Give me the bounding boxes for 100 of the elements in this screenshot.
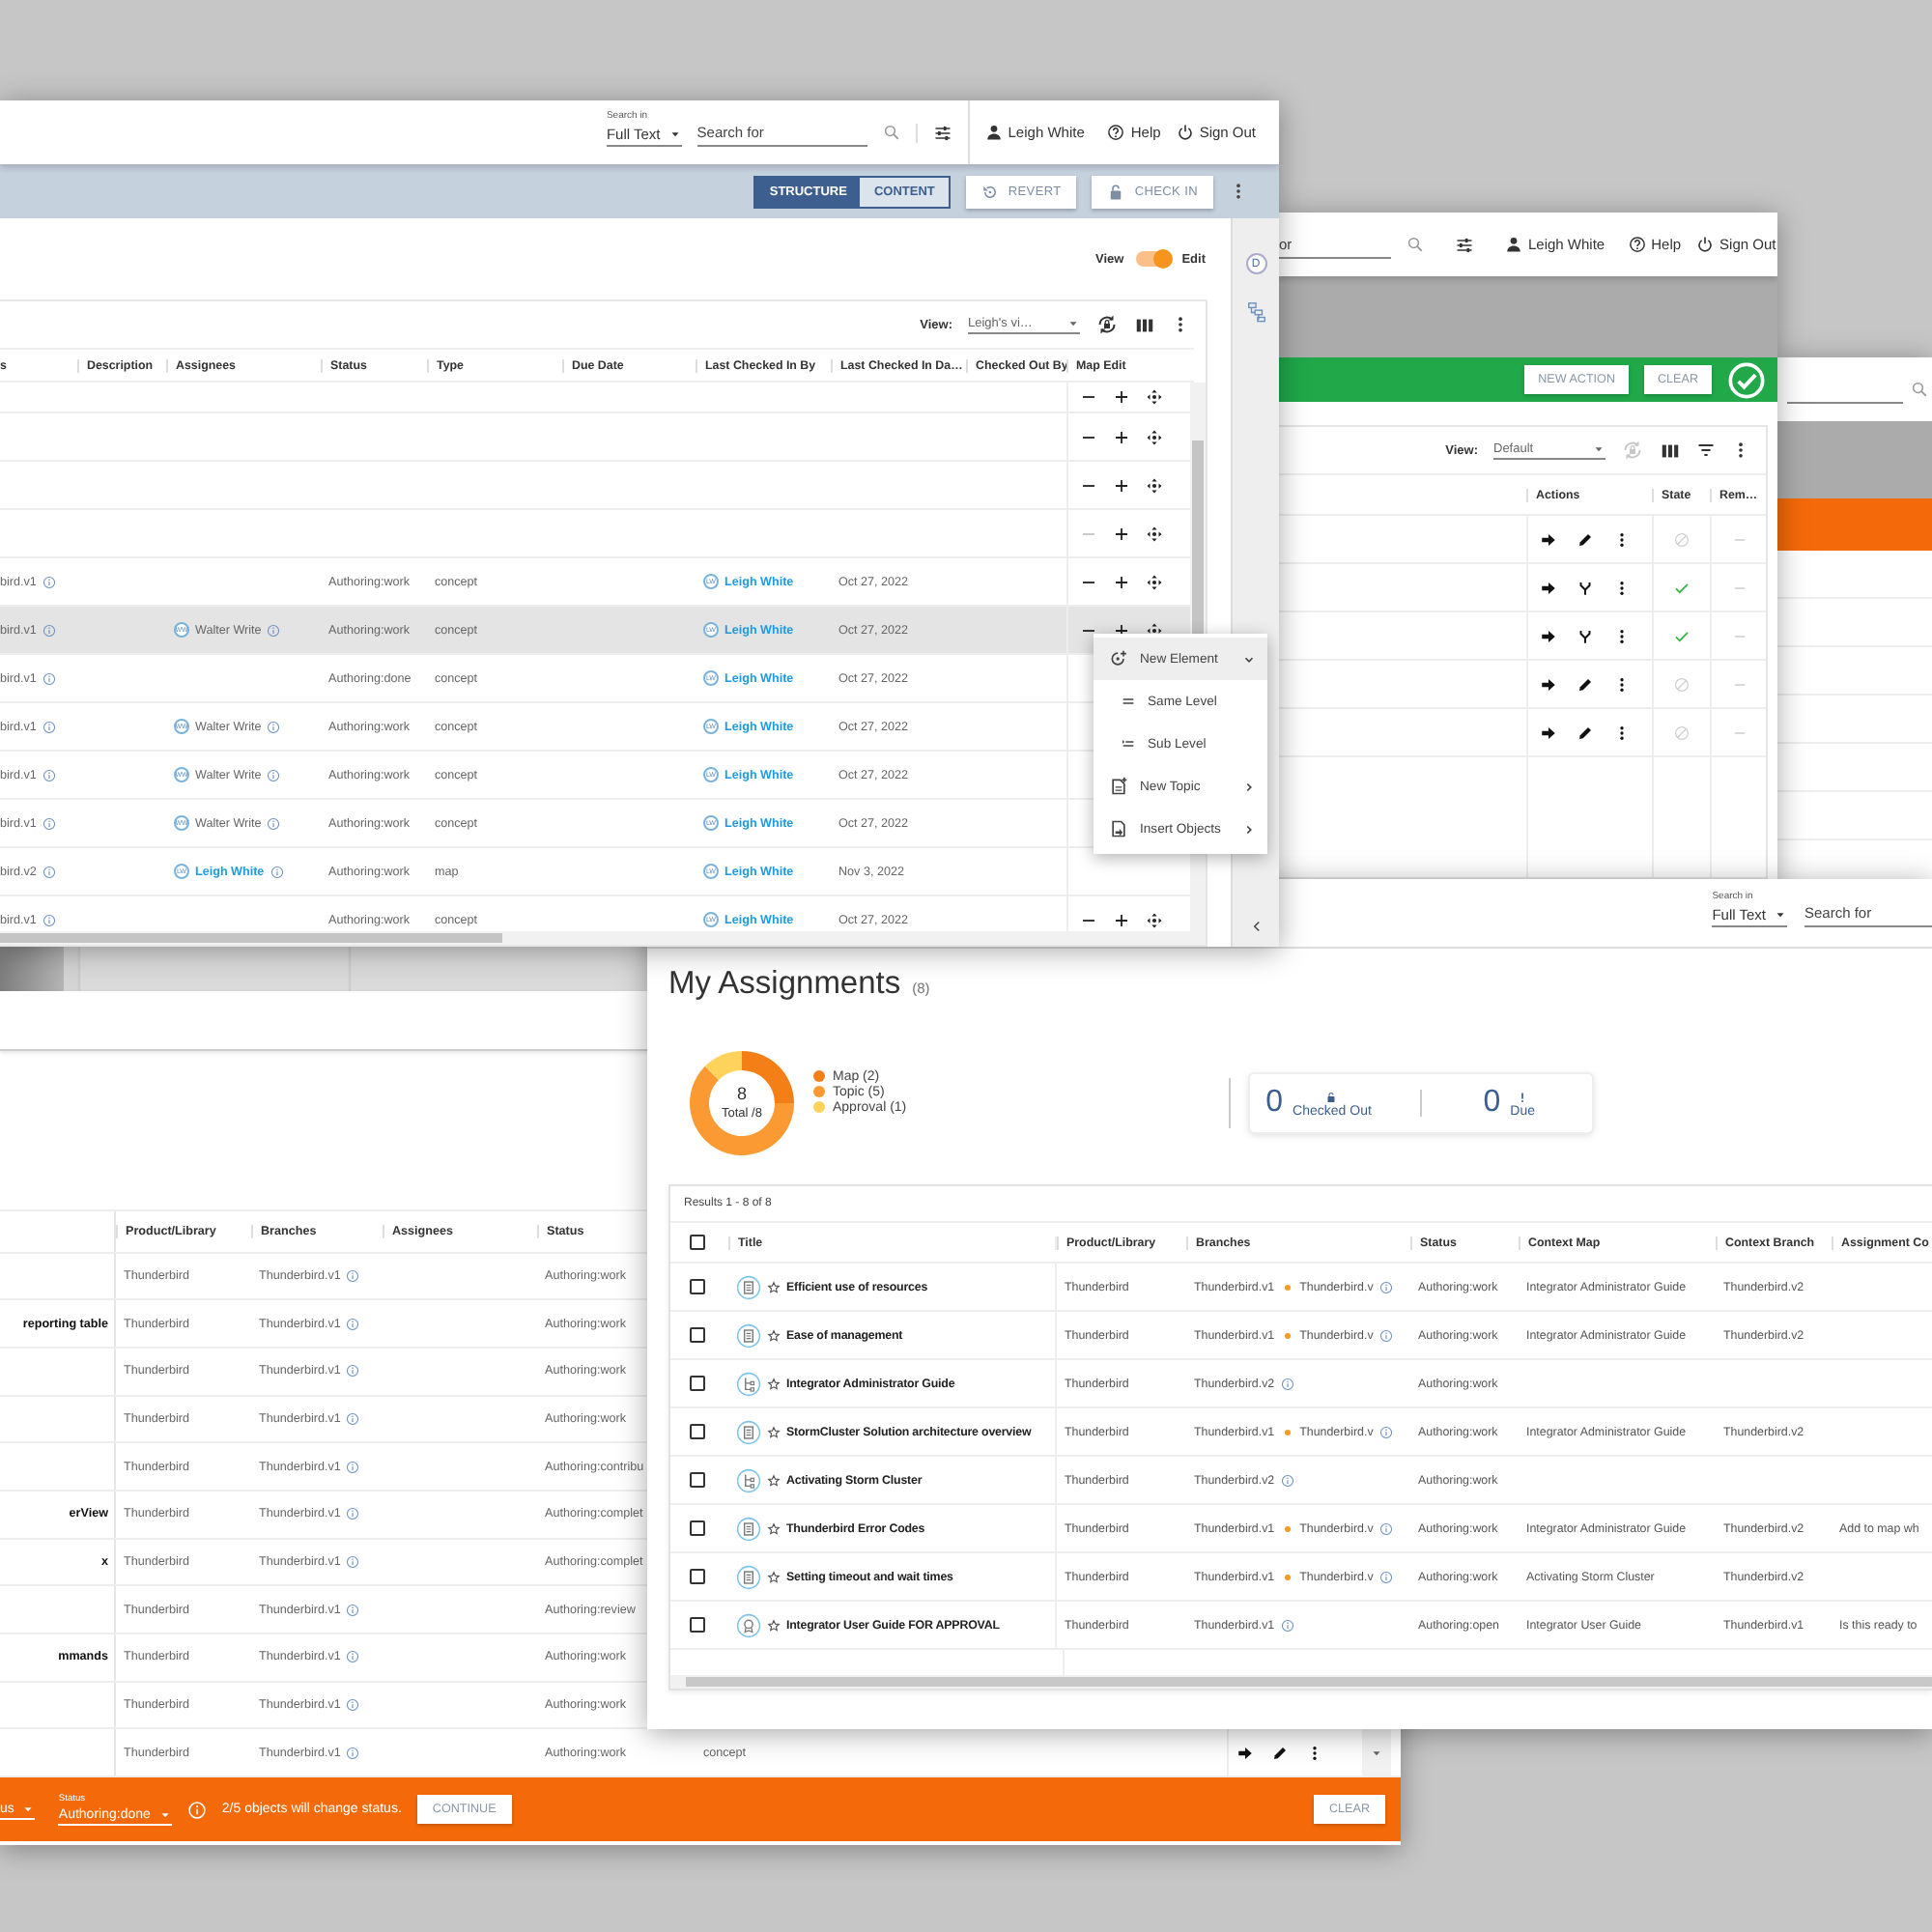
info-icon (42, 575, 56, 588)
map-icon (736, 1467, 761, 1492)
document-icon (736, 1419, 761, 1444)
checkbox[interactable] (690, 1520, 705, 1536)
arrow-right-icon[interactable] (1540, 724, 1557, 741)
move-icon[interactable] (1146, 573, 1163, 590)
settings-icon[interactable] (932, 123, 952, 142)
stat-value: 0 (1265, 1088, 1284, 1119)
columns-icon[interactable] (1660, 440, 1681, 461)
info-icon (1280, 1473, 1294, 1487)
plus-icon[interactable] (1113, 476, 1130, 494)
chevron-down-icon (1242, 652, 1256, 666)
move-icon[interactable] (1146, 388, 1163, 406)
info-icon (1280, 1618, 1294, 1632)
star-icon[interactable] (767, 1473, 781, 1487)
move-icon[interactable] (1146, 476, 1163, 494)
scrollbar[interactable] (670, 1675, 1932, 1689)
scrollbar[interactable] (0, 931, 1206, 945)
info-icon (346, 1317, 360, 1331)
user-icon (984, 124, 1003, 141)
info-icon (346, 1269, 360, 1284)
info-icon (346, 1603, 360, 1617)
search-icon[interactable] (882, 124, 900, 141)
mode-switch[interactable] (1135, 251, 1171, 267)
fork-icon[interactable] (1577, 579, 1594, 596)
caret-icon (157, 1807, 172, 1821)
document-icon (736, 1322, 761, 1348)
star-icon[interactable] (767, 1425, 781, 1438)
checkbox[interactable] (690, 1279, 705, 1294)
stat-value: 0 (1483, 1088, 1501, 1119)
star-icon[interactable] (767, 1570, 781, 1583)
checkbox[interactable] (690, 1376, 705, 1391)
star-icon[interactable] (767, 1618, 781, 1632)
filter-icon[interactable] (1696, 440, 1716, 460)
caret-icon (21, 1802, 36, 1815)
arrow-right-icon[interactable] (1540, 579, 1557, 596)
info-icon (346, 1460, 360, 1474)
arrow-right-icon[interactable] (1540, 627, 1557, 644)
fork-icon[interactable] (1577, 627, 1594, 644)
document-icon (736, 1274, 761, 1299)
plus-icon[interactable] (1113, 573, 1130, 590)
settings-icon[interactable] (1455, 235, 1474, 254)
columns-icon[interactable] (1134, 314, 1155, 335)
info-icon (1378, 1425, 1393, 1438)
info-icon (42, 865, 56, 878)
check-circle-icon (1727, 360, 1766, 399)
checkbox[interactable] (690, 1569, 705, 1584)
info-icon (346, 1650, 360, 1664)
star-icon[interactable] (767, 1521, 781, 1535)
info-icon (267, 816, 281, 830)
refresh-icon[interactable] (1095, 313, 1119, 336)
info-icon (1378, 1280, 1393, 1293)
info-icon (186, 1800, 207, 1819)
pencil-icon[interactable] (1271, 1744, 1289, 1762)
checkbox[interactable] (690, 1617, 705, 1633)
checkbox[interactable] (690, 1235, 705, 1250)
scroll-down-icon[interactable] (1370, 1746, 1383, 1760)
move-icon[interactable] (1146, 525, 1163, 542)
checkbox[interactable] (690, 1424, 705, 1439)
bullet-icon (1284, 1574, 1291, 1579)
arrow-right-icon[interactable] (1540, 675, 1557, 693)
info-icon (1378, 1328, 1393, 1342)
star-icon[interactable] (767, 1377, 781, 1390)
checkbox[interactable] (690, 1327, 705, 1343)
plus-icon[interactable] (1113, 428, 1130, 445)
checkbox[interactable] (690, 1472, 705, 1488)
plus-icon[interactable] (1113, 388, 1130, 406)
power-icon (1696, 236, 1715, 253)
search-icon[interactable] (1406, 236, 1424, 253)
info-icon (42, 913, 56, 926)
star-icon[interactable] (767, 1328, 781, 1342)
arrow-right-icon[interactable] (1236, 1744, 1254, 1762)
ribbon-icon (736, 1612, 761, 1637)
document-plus-icon (1109, 777, 1128, 796)
pencil-icon[interactable] (1577, 675, 1594, 693)
move-icon[interactable] (1146, 428, 1163, 445)
info-icon (42, 768, 56, 781)
alert-icon (1517, 1092, 1529, 1103)
plus-icon[interactable] (1113, 911, 1130, 928)
document-insert-icon (1109, 819, 1128, 838)
move-icon[interactable] (1146, 621, 1163, 639)
info-icon (42, 671, 56, 685)
pencil-icon[interactable] (1577, 724, 1594, 741)
move-icon[interactable] (1146, 911, 1163, 928)
info-icon (42, 720, 56, 733)
indent-icon (1121, 736, 1136, 752)
search-icon[interactable] (1911, 381, 1928, 398)
star-icon[interactable] (767, 1280, 781, 1293)
arrow-right-icon[interactable] (1540, 530, 1557, 548)
pencil-icon[interactable] (1577, 530, 1594, 548)
tree-icon[interactable] (1245, 301, 1266, 323)
bullet-icon (1284, 1332, 1291, 1338)
plus-icon[interactable] (1113, 525, 1130, 542)
add-element-icon (1109, 649, 1128, 668)
lines-icon (1121, 694, 1136, 709)
info-icon (270, 865, 284, 878)
map-icon (736, 1371, 761, 1396)
document-icon (736, 1516, 761, 1541)
info-icon (267, 720, 281, 733)
bullet-icon (1284, 1429, 1291, 1435)
